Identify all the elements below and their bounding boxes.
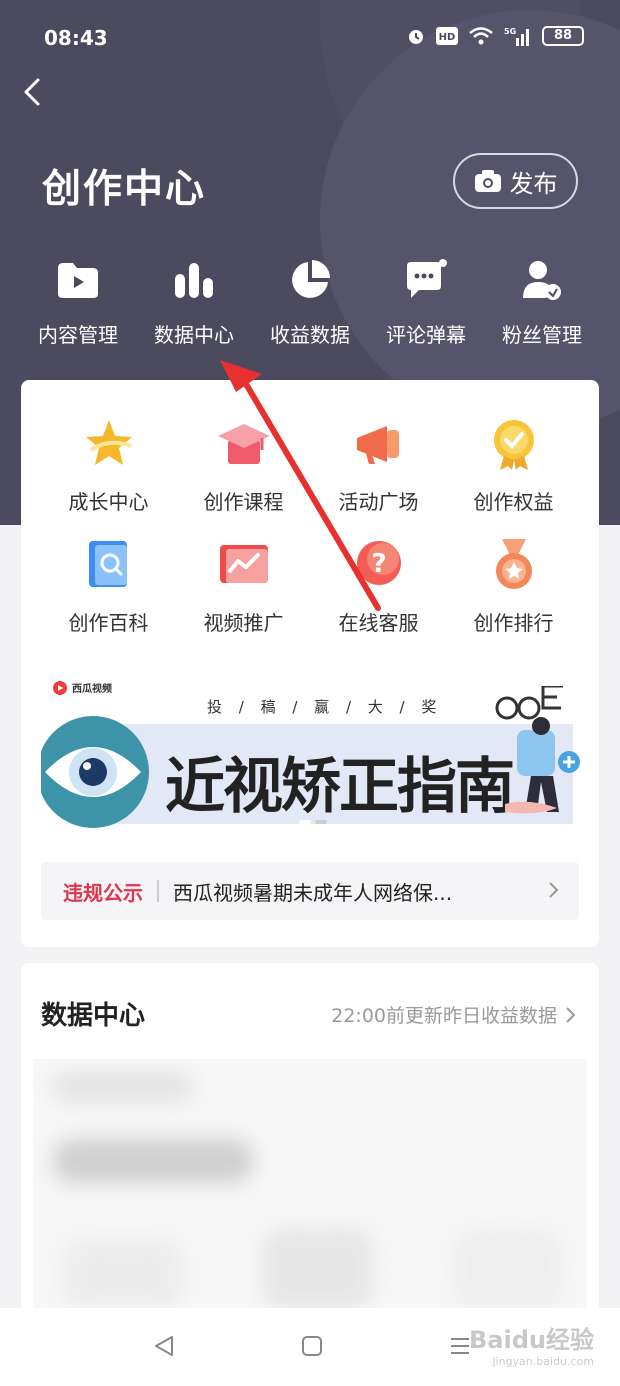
services-card: 成长中心 创作课程 活动广场 创作权益 创作百科 视频推广 ? 在线客服 创作排…: [21, 380, 599, 947]
alarm-icon: [409, 30, 423, 44]
hd-icon: HD: [436, 27, 458, 45]
svg-text:HD: HD: [439, 32, 456, 43]
grid-item-activities[interactable]: 活动广场: [311, 416, 446, 515]
signal-icon: 5G: [504, 27, 529, 46]
grid-label: 活动广场: [338, 490, 419, 514]
grid-item-support[interactable]: ? 在线客服: [311, 537, 446, 636]
bar-chart-icon: [169, 255, 219, 305]
grid-label: 成长中心: [68, 490, 149, 514]
grid-label: 视频推广: [203, 611, 284, 635]
blurred-block: [263, 1229, 373, 1309]
status-bar: 08:43 HD 5G 88: [0, 0, 620, 74]
services-row-1: 成长中心 创作课程 活动广场 创作权益: [41, 416, 581, 515]
baidu-watermark: Baidu经验 jingyan.baidu.com: [469, 1320, 594, 1368]
tool-data-center[interactable]: 数据中心: [136, 255, 252, 355]
publish-button[interactable]: 发布: [453, 153, 578, 209]
services-row-2: 创作百科 视频推广 ? 在线客服 创作排行: [41, 537, 581, 636]
violation-notice[interactable]: 违规公示 西瓜视频暑期未成年人网络保...: [41, 862, 579, 920]
camera-icon: [474, 170, 501, 192]
tool-label: 评论弹幕: [386, 323, 466, 347]
grid-item-growth[interactable]: 成长中心: [41, 416, 176, 515]
notice-divider: [157, 880, 159, 902]
help-icon: ?: [351, 537, 407, 593]
banner-subtitle: 投 / 稿 / 赢 / 大 / 奖: [207, 698, 443, 716]
chevron-right-icon: [549, 882, 559, 898]
status-time: 08:43: [44, 26, 108, 50]
doctor-illustration: [495, 686, 580, 814]
medal-check-icon: [486, 416, 542, 472]
promo-banner[interactable]: 西瓜视频 投 / 稿 / 赢 / 大 / 奖 近视矫正指南: [41, 672, 581, 830]
graduation-cap-icon: [216, 416, 272, 472]
notice-tag: 违规公示: [63, 880, 143, 905]
blurred-block: [63, 1239, 183, 1309]
grid-item-wiki[interactable]: 创作百科: [41, 537, 176, 636]
tool-label: 内容管理: [38, 323, 118, 347]
tool-label: 粉丝管理: [502, 323, 582, 347]
blurred-block: [53, 1073, 193, 1101]
wifi-icon: [469, 27, 493, 45]
data-center-title: 数据中心: [41, 1001, 146, 1031]
watermark-main: Baidu经验: [469, 1326, 594, 1354]
notice-text: 西瓜视频暑期未成年人网络保...: [173, 880, 453, 905]
banner-headline: 近视矫正指南: [165, 752, 515, 822]
megaphone-icon: [351, 416, 407, 472]
video-folder-icon: [53, 255, 103, 305]
publish-label: 发布: [509, 169, 558, 198]
tool-earnings[interactable]: 收益数据: [252, 255, 368, 355]
data-center-note: 22:00前更新昨日收益数据: [331, 1005, 557, 1027]
grid-item-benefits[interactable]: 创作权益: [446, 416, 581, 515]
grid-item-courses[interactable]: 创作课程: [176, 416, 311, 515]
tool-content-management[interactable]: 内容管理: [20, 255, 136, 355]
svg-text:5G: 5G: [504, 27, 516, 36]
banner-dot: [315, 820, 327, 824]
grid-label: 在线客服: [338, 611, 419, 635]
tool-label: 数据中心: [154, 323, 234, 347]
banner-pagination: [299, 820, 327, 824]
blurred-block: [453, 1229, 563, 1309]
tool-comments[interactable]: 评论弹幕: [368, 255, 484, 355]
eye-illustration: [41, 716, 149, 828]
tool-fans[interactable]: 粉丝管理: [484, 255, 600, 355]
banner-brand-name: 西瓜视频: [72, 684, 112, 695]
trend-chart-icon: [216, 537, 272, 593]
chevron-right-icon: [566, 1006, 576, 1023]
status-icons: HD 5G 88: [406, 26, 584, 46]
banner-brand: 西瓜视频: [53, 680, 112, 695]
book-search-icon: [81, 537, 137, 593]
star-icon: [81, 416, 137, 472]
back-arrow-icon: [24, 78, 40, 106]
page-title: 创作中心: [42, 167, 207, 212]
nav-home-icon[interactable]: [300, 1334, 324, 1358]
blurred-data-area: [33, 1059, 587, 1323]
grid-item-promotion[interactable]: 视频推广: [176, 537, 311, 636]
nav-back-icon[interactable]: [152, 1334, 176, 1358]
creator-toolbar: 内容管理 数据中心 收益数据 评论弹幕 粉丝管理: [20, 255, 600, 355]
comment-icon: [401, 255, 451, 305]
xigua-logo-icon: [53, 680, 67, 695]
data-center-card: 数据中心 22:00前更新昨日收益数据: [21, 963, 599, 1323]
pie-chart-icon: [285, 255, 335, 305]
fan-user-icon: [517, 255, 567, 305]
data-center-update-link[interactable]: 22:00前更新昨日收益数据: [331, 1001, 577, 1028]
battery-indicator: 88: [542, 26, 584, 46]
back-button[interactable]: [16, 74, 56, 114]
svg-text:?: ?: [371, 549, 386, 579]
blurred-block: [53, 1139, 253, 1183]
ranking-medal-icon: [486, 537, 542, 593]
grid-label: 创作课程: [203, 490, 284, 514]
tool-label: 收益数据: [270, 323, 350, 347]
grid-label: 创作百科: [68, 611, 149, 635]
banner-dot-active: [299, 820, 311, 824]
grid-label: 创作排行: [473, 611, 554, 635]
watermark-sub: jingyan.baidu.com: [492, 1355, 594, 1368]
grid-item-ranking[interactable]: 创作排行: [446, 537, 581, 636]
grid-label: 创作权益: [473, 490, 554, 514]
